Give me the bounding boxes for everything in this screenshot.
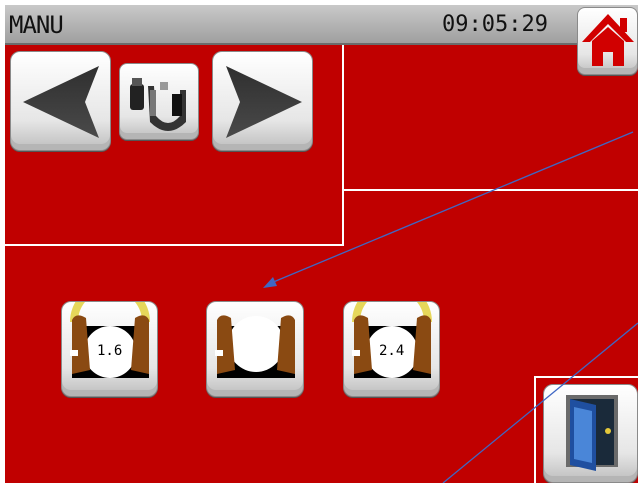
gripper-center-icon bbox=[215, 315, 295, 378]
hmi-screen: MANU 09:05:29 1.6 2.4 bbox=[5, 5, 638, 483]
gripper-position-1-label: 1.6 bbox=[96, 343, 124, 359]
title-bar: MANU 09:05:29 bbox=[5, 5, 638, 45]
divider-horizontal-left bbox=[5, 244, 344, 246]
gripper-position-2-button[interactable] bbox=[206, 301, 304, 397]
exit-button[interactable] bbox=[543, 384, 638, 483]
divider-horizontal-right bbox=[342, 189, 638, 191]
arrow-right-icon bbox=[226, 66, 302, 138]
divider-exit-left bbox=[534, 376, 536, 483]
gripper-position-3-button[interactable]: 2.4 bbox=[343, 301, 440, 397]
home-button[interactable] bbox=[577, 7, 638, 75]
exit-door-icon bbox=[566, 395, 618, 471]
gripper-position-1-button[interactable]: 1.6 bbox=[61, 301, 158, 397]
clock: 09:05:29 bbox=[442, 12, 548, 37]
previous-button[interactable] bbox=[10, 51, 111, 151]
next-button[interactable] bbox=[212, 51, 313, 151]
arrow-left-icon bbox=[23, 66, 99, 138]
home-icon bbox=[582, 14, 634, 66]
divider-exit-top bbox=[534, 376, 638, 378]
tool-button[interactable] bbox=[119, 63, 199, 140]
gripper-tool-icon bbox=[130, 78, 186, 131]
divider-vertical-top bbox=[342, 45, 344, 246]
mode-title: MANU bbox=[9, 11, 64, 39]
gripper-position-3-label: 2.4 bbox=[378, 343, 406, 359]
